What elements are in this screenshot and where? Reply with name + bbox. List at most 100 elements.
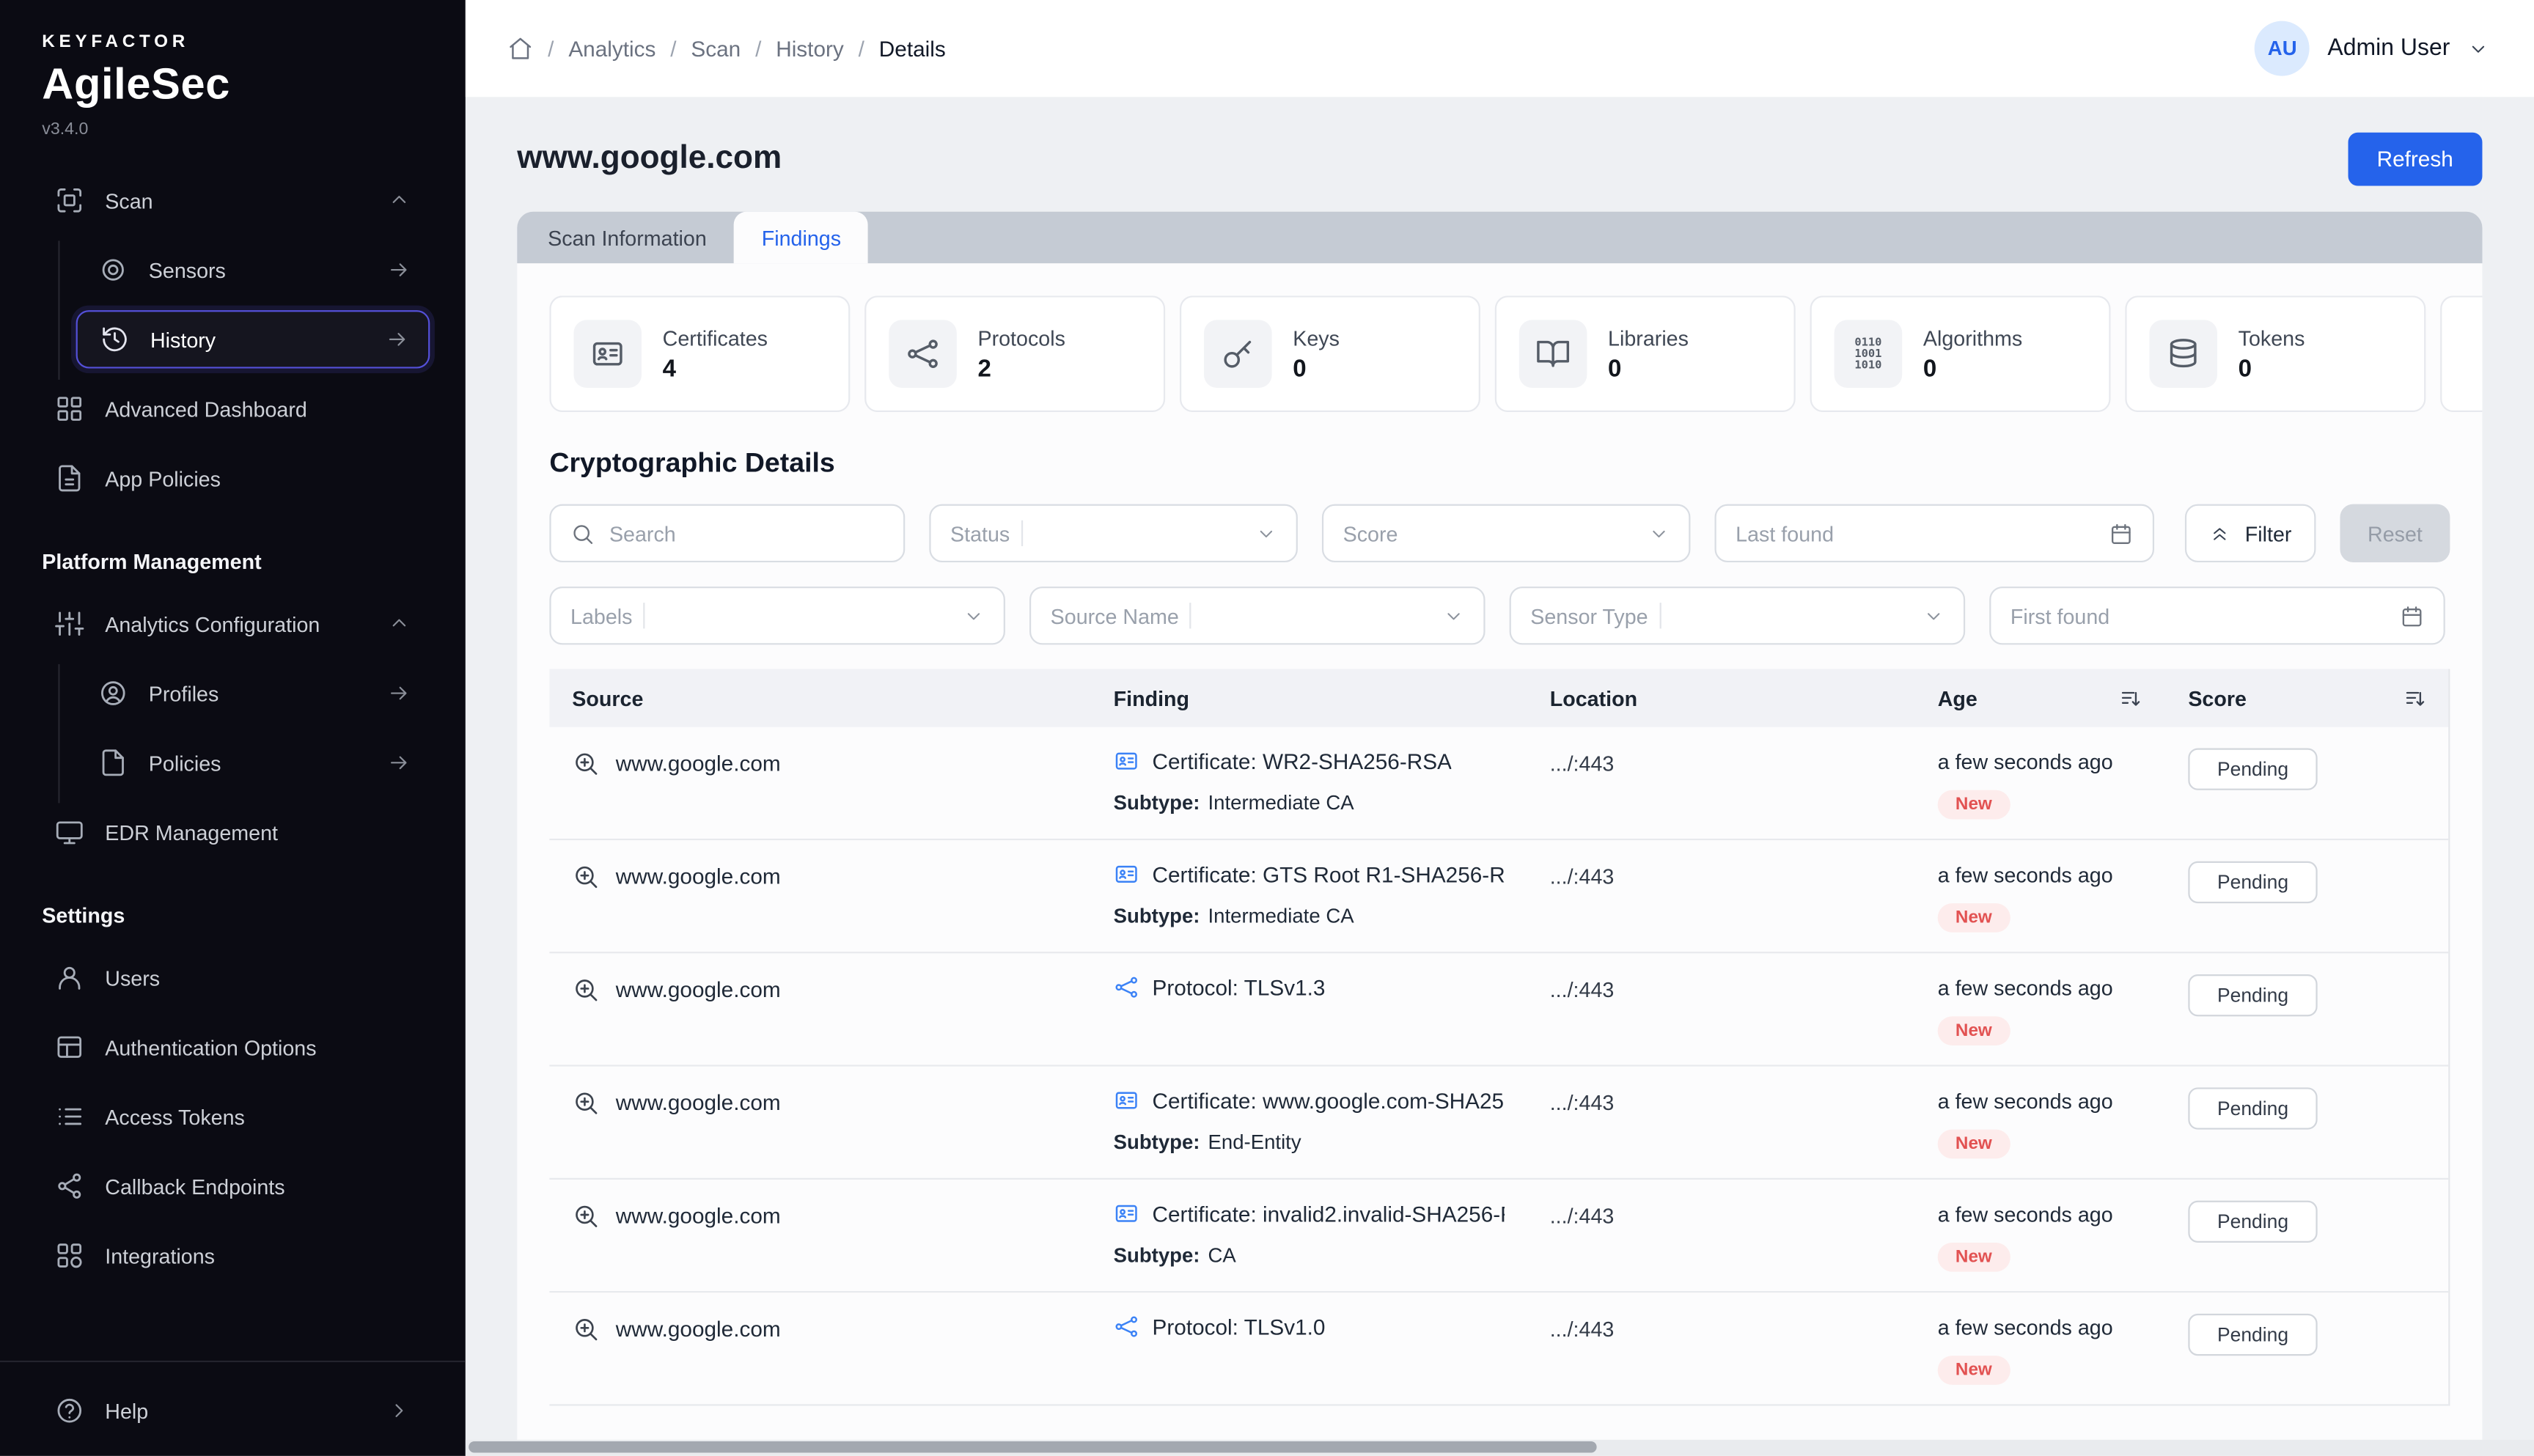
column-location: Location bbox=[1527, 686, 1915, 710]
search-input[interactable] bbox=[609, 521, 884, 545]
new-badge: New bbox=[1938, 903, 2010, 933]
sidebar-item-users[interactable]: Users bbox=[35, 949, 430, 1007]
findings-panel: Certificates 4 Protocols 2 bbox=[517, 263, 2482, 1456]
column-age-label: Age bbox=[1938, 686, 1977, 710]
status-placeholder: Status bbox=[950, 521, 1010, 545]
table-row[interactable]: www.google.com Certificate: WR2-SHA256-R… bbox=[549, 727, 2448, 840]
sort-age-icon[interactable] bbox=[2119, 686, 2143, 710]
breadcrumb-scan[interactable]: Scan bbox=[691, 37, 741, 61]
user-menu[interactable]: AU Admin User bbox=[2255, 21, 2489, 76]
sidebar-item-authentication-options[interactable]: Authentication Options bbox=[35, 1018, 430, 1076]
column-source: Source bbox=[549, 686, 1090, 710]
sidebar-item-scan[interactable]: Scan bbox=[35, 172, 430, 229]
table-header: Source Finding Location Age Score bbox=[549, 669, 2448, 727]
stat-card-partial bbox=[2440, 295, 2482, 412]
score-pending-button[interactable]: Pending bbox=[2188, 974, 2317, 1016]
sensor-type-select[interactable]: Sensor Type bbox=[1510, 587, 1966, 644]
table-row[interactable]: www.google.com Protocol: TLSv1.3 bbox=[549, 953, 2448, 1066]
subtype-value: Intermediate CA bbox=[1208, 792, 1354, 815]
home-icon[interactable] bbox=[507, 35, 533, 61]
status-select[interactable]: Status bbox=[929, 504, 1298, 562]
refresh-button[interactable]: Refresh bbox=[2348, 133, 2483, 186]
labels-select[interactable]: Labels bbox=[549, 587, 1005, 644]
score-pending-button[interactable]: Pending bbox=[2188, 861, 2317, 903]
chevron-down-icon bbox=[1648, 523, 1670, 544]
breadcrumb-analytics[interactable]: Analytics bbox=[568, 37, 655, 61]
sidebar-item-access-tokens[interactable]: Access Tokens bbox=[35, 1087, 430, 1145]
document-icon bbox=[55, 464, 84, 493]
finding-value: Certificate: www.google.com-SHA256-… bbox=[1153, 1088, 1505, 1112]
sidebar-item-analytics-configuration[interactable]: Analytics Configuration bbox=[35, 595, 430, 652]
brand-company: KEYFACTOR bbox=[42, 32, 423, 51]
stat-card-tokens: Tokens 0 bbox=[2125, 295, 2425, 412]
filter-button[interactable]: Filter bbox=[2185, 504, 2316, 562]
filters-row-1: Status Score Last found Filter bbox=[549, 504, 2450, 562]
labels-placeholder: Labels bbox=[570, 603, 632, 628]
topbar: / Analytics / Scan / History / Details A… bbox=[466, 0, 2534, 97]
age-value: a few seconds ago bbox=[1938, 976, 2143, 1000]
sidebar-item-app-policies[interactable]: App Policies bbox=[35, 449, 430, 507]
divider bbox=[1021, 521, 1023, 546]
stat-card-certificates: Certificates 4 bbox=[549, 295, 850, 412]
protocol-icon bbox=[1114, 974, 1139, 1000]
filter-icon bbox=[2209, 523, 2230, 544]
scan-subnav: Sensors History bbox=[58, 240, 430, 380]
score-pending-button[interactable]: Pending bbox=[2188, 748, 2317, 790]
score-pending-button[interactable]: Pending bbox=[2188, 1087, 2317, 1129]
new-badge: New bbox=[1938, 790, 2010, 820]
breadcrumb-separator: / bbox=[755, 37, 761, 61]
source-value: www.google.com bbox=[616, 1317, 781, 1341]
sidebar-item-callback-endpoints[interactable]: Callback Endpoints bbox=[35, 1157, 430, 1215]
sidebar-item-history[interactable]: History bbox=[76, 310, 430, 368]
sidebar-item-label: Access Tokens bbox=[105, 1104, 411, 1128]
chevron-down-icon bbox=[2468, 38, 2489, 59]
table-row[interactable]: www.google.com Protocol: TLSv1.0 bbox=[549, 1293, 2448, 1405]
sensor-type-placeholder: Sensor Type bbox=[1530, 603, 1648, 628]
apps-icon bbox=[55, 1241, 84, 1271]
score-pending-button[interactable]: Pending bbox=[2188, 1314, 2317, 1356]
tab-scan-information[interactable]: Scan Information bbox=[521, 212, 735, 264]
chevron-up-icon bbox=[388, 189, 411, 212]
source-name-select[interactable]: Source Name bbox=[1029, 587, 1485, 644]
score-pending-button[interactable]: Pending bbox=[2188, 1201, 2317, 1243]
subtype-label: Subtype: bbox=[1114, 1244, 1200, 1267]
search-icon bbox=[570, 521, 595, 545]
sidebar-item-profiles[interactable]: Profiles bbox=[76, 664, 430, 722]
sidebar-item-integrations[interactable]: Integrations bbox=[35, 1227, 430, 1284]
horizontal-scrollbar-thumb[interactable] bbox=[469, 1441, 1596, 1452]
score-select[interactable]: Score bbox=[1322, 504, 1691, 562]
key-icon bbox=[1204, 320, 1272, 388]
tab-findings[interactable]: Findings bbox=[734, 212, 868, 264]
sidebar-item-help[interactable]: Help bbox=[35, 1381, 430, 1439]
sidebar-item-sensors[interactable]: Sensors bbox=[76, 240, 430, 298]
calendar-icon bbox=[2109, 521, 2133, 545]
section-platform-management: Platform Management bbox=[35, 519, 430, 595]
main-area: / Analytics / Scan / History / Details A… bbox=[466, 0, 2534, 1456]
list-icon bbox=[55, 1102, 84, 1131]
source-value: www.google.com bbox=[616, 1091, 781, 1115]
sidebar-item-advanced-dashboard[interactable]: Advanced Dashboard bbox=[35, 380, 430, 438]
source-scan-icon bbox=[572, 976, 599, 1003]
table-row[interactable]: www.google.com Certificate: invalid2.inv… bbox=[549, 1180, 2448, 1293]
first-found-date-field[interactable]: First found bbox=[1989, 587, 2445, 644]
table-row[interactable]: www.google.com Certificate: www.google.c… bbox=[549, 1067, 2448, 1180]
location-value: .../:443 bbox=[1550, 1317, 1615, 1341]
age-value: a few seconds ago bbox=[1938, 863, 2143, 887]
sidebar-item-policies[interactable]: Policies bbox=[76, 734, 430, 792]
breadcrumb-history[interactable]: History bbox=[776, 37, 844, 61]
source-value: www.google.com bbox=[616, 1204, 781, 1228]
sort-score-icon[interactable] bbox=[2403, 686, 2427, 710]
sidebar-item-label: Profiles bbox=[149, 681, 367, 705]
table-icon bbox=[55, 1032, 84, 1062]
location-value: .../:443 bbox=[1550, 1204, 1615, 1228]
section-settings: Settings bbox=[35, 872, 430, 949]
reset-button[interactable]: Reset bbox=[2340, 504, 2450, 562]
table-row[interactable]: www.google.com Certificate: GTS Root R1-… bbox=[549, 840, 2448, 953]
arrow-right-icon bbox=[388, 751, 411, 774]
subtype-line: Subtype:Intermediate CA bbox=[1114, 905, 1505, 927]
sidebar-item-edr-management[interactable]: EDR Management bbox=[35, 803, 430, 861]
chevron-down-icon bbox=[1923, 605, 1944, 626]
column-finding: Finding bbox=[1091, 686, 1527, 710]
last-found-date-field[interactable]: Last found bbox=[1715, 504, 2155, 562]
page-head: www.google.com Refresh bbox=[517, 133, 2482, 186]
